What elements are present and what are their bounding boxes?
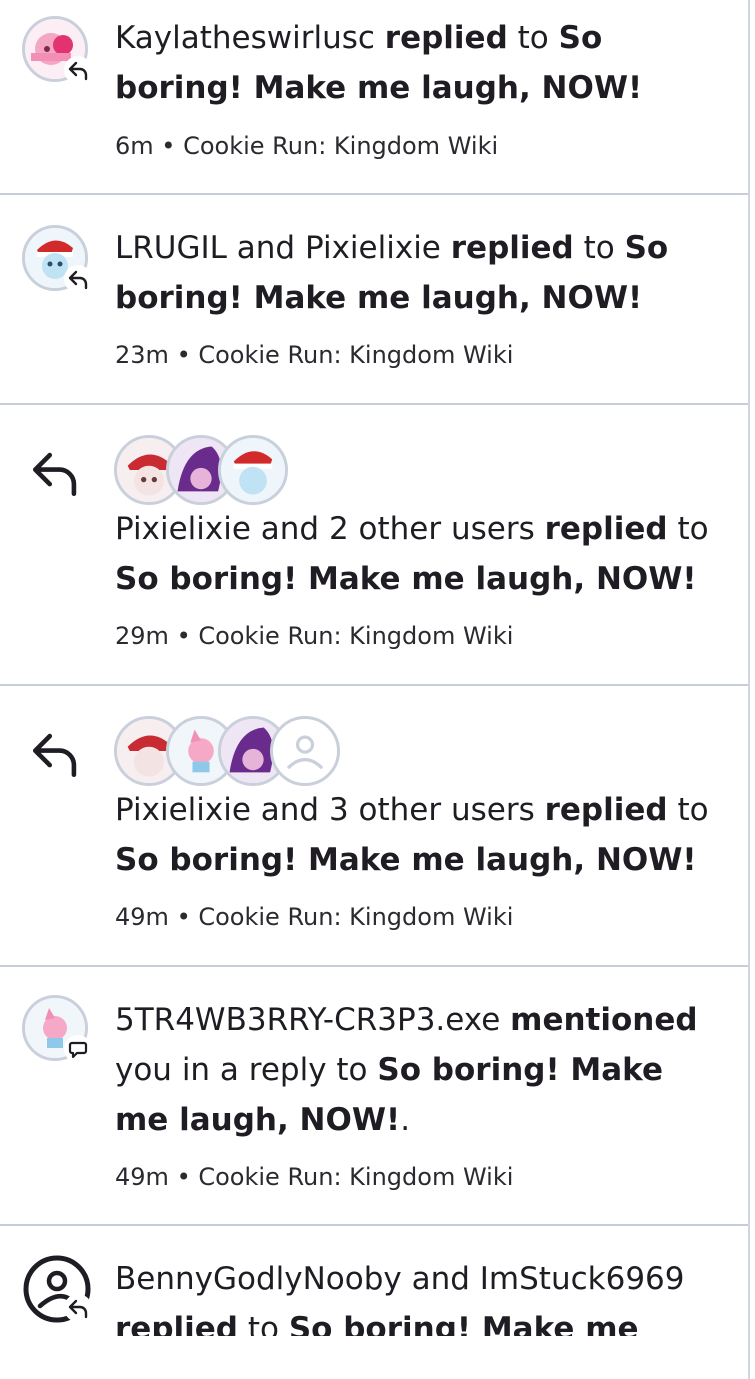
notification-text: Kaylatheswirlusc replied to So boring! M… <box>115 13 720 113</box>
notification-item[interactable]: Kaylatheswirlusc replied to So boring! M… <box>0 0 748 195</box>
notification-meta: 49m • Cookie Run: Kingdom Wiki <box>115 902 513 932</box>
notification-item[interactable]: LRUGIL and Pixielixie replied to So bori… <box>0 195 748 405</box>
wiki-name[interactable]: Cookie Run: Kingdom Wiki <box>198 622 513 650</box>
timestamp: 6m <box>115 132 154 160</box>
connector-text: to <box>677 792 709 828</box>
notification-item[interactable]: BennyGodlyNooby and ImStuck6969 replied … <box>0 1226 748 1336</box>
notification-text: 5TR4WB3RRY-CR3P3.exe mentioned you in a … <box>115 995 720 1145</box>
action-verb: mentioned <box>510 1002 698 1038</box>
actor-name[interactable]: Pixielixie and 3 other users <box>115 792 535 828</box>
connector-text: to <box>583 230 615 266</box>
actor-name[interactable]: 5TR4WB3RRY-CR3P3.exe <box>115 1002 500 1038</box>
avatar-group <box>22 16 94 88</box>
reply-arrow-icon <box>68 270 88 290</box>
mention-badge <box>64 1035 92 1063</box>
reply-badge <box>64 265 92 293</box>
timestamp: 49m <box>115 903 169 931</box>
separator-dot: • <box>176 341 191 369</box>
avatar-group <box>22 995 94 1067</box>
notification-meta: 29m • Cookie Run: Kingdom Wiki <box>115 621 513 651</box>
notification-text: LRUGIL and Pixielixie replied to So bori… <box>115 223 720 323</box>
actor-name[interactable]: BennyGodlyNooby and ImStuck6969 <box>115 1261 685 1297</box>
notification-list: Kaylatheswirlusc replied to So boring! M… <box>0 0 748 1379</box>
notification-meta: 23m • Cookie Run: Kingdom Wiki <box>115 340 513 370</box>
wiki-name[interactable]: Cookie Run: Kingdom Wiki <box>198 1163 513 1191</box>
reply-arrow-icon <box>68 61 88 81</box>
reply-badge <box>64 56 92 84</box>
scroll-edge <box>748 0 750 1379</box>
wiki-name[interactable]: Cookie Run: Kingdom Wiki <box>198 903 513 931</box>
notification-item[interactable]: Pixielixie and 2 other users replied to … <box>0 405 748 686</box>
timestamp: 23m <box>115 341 169 369</box>
wiki-name[interactable]: Cookie Run: Kingdom Wiki <box>198 341 513 369</box>
action-verb: replied <box>115 1311 238 1336</box>
avatar-stack <box>114 716 340 786</box>
actor-name[interactable]: Pixielixie and 2 other users <box>115 511 535 547</box>
user-outline-icon[interactable] <box>270 716 340 786</box>
separator-dot: • <box>176 1163 191 1191</box>
avatar-group <box>22 1254 94 1326</box>
thread-title[interactable]: So boring! Make me laugh, NOW! <box>115 842 697 878</box>
avatar-stack <box>114 435 288 505</box>
separator-dot: • <box>176 622 191 650</box>
reply-arrow-icon <box>32 733 77 778</box>
action-verb: replied <box>450 230 574 266</box>
wiki-name[interactable]: Cookie Run: Kingdom Wiki <box>183 132 498 160</box>
notification-meta: 49m • Cookie Run: Kingdom Wiki <box>115 1162 513 1192</box>
avatar-group <box>22 225 94 297</box>
connector-text: you in a reply to <box>115 1052 368 1088</box>
notification-text: BennyGodlyNooby and ImStuck6969 replied … <box>115 1254 720 1336</box>
actor-name[interactable]: Kaylatheswirlusc <box>115 20 375 56</box>
timestamp: 49m <box>115 1163 169 1191</box>
speech-bubble-icon <box>68 1041 88 1059</box>
timestamp: 29m <box>115 622 169 650</box>
separator-dot: • <box>176 903 191 931</box>
action-verb: replied <box>544 792 668 828</box>
notification-item[interactable]: 5TR4WB3RRY-CR3P3.exe mentioned you in a … <box>0 967 748 1226</box>
connector-text: to <box>247 1311 279 1336</box>
notification-meta: 6m • Cookie Run: Kingdom Wiki <box>115 131 498 161</box>
avatar[interactable] <box>218 435 288 505</box>
reply-arrow-icon <box>32 452 77 497</box>
action-verb: replied <box>544 511 668 547</box>
notification-text: Pixielixie and 3 other users replied to … <box>115 785 720 885</box>
connector-text: to <box>677 511 709 547</box>
reply-arrow-icon <box>68 1299 88 1319</box>
action-verb: replied <box>384 20 508 56</box>
thread-title[interactable]: So boring! Make me laugh, NOW! <box>115 561 697 597</box>
notification-item[interactable]: Pixielixie and 3 other users replied to … <box>0 686 748 967</box>
connector-text: to <box>517 20 549 56</box>
suffix-text: . <box>400 1102 411 1138</box>
actor-name[interactable]: LRUGIL and Pixielixie <box>115 230 441 266</box>
notification-text: Pixielixie and 2 other users replied to … <box>115 504 720 604</box>
reply-badge <box>64 1294 92 1322</box>
separator-dot: • <box>161 132 176 160</box>
